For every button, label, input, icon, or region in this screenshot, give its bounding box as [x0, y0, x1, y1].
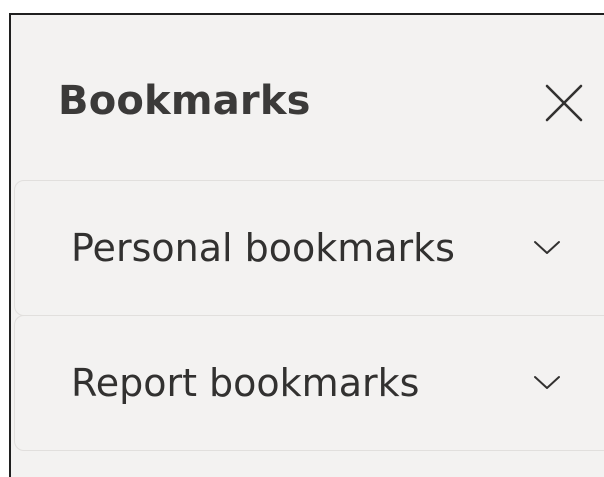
chevron-down-icon[interactable]	[533, 237, 561, 257]
report-bookmarks-label: Report bookmarks	[71, 361, 420, 405]
personal-bookmarks-label: Personal bookmarks	[71, 226, 455, 270]
report-bookmarks-section[interactable]: Report bookmarks	[14, 315, 604, 451]
chevron-down-icon[interactable]	[533, 372, 561, 392]
personal-bookmarks-section[interactable]: Personal bookmarks	[14, 180, 604, 316]
pane-title: Bookmarks	[58, 78, 311, 124]
bookmarks-pane: Bookmarks Personal bookmarks Report book…	[9, 13, 604, 477]
pane-header: Bookmarks	[11, 15, 604, 180]
close-icon[interactable]	[542, 81, 586, 125]
